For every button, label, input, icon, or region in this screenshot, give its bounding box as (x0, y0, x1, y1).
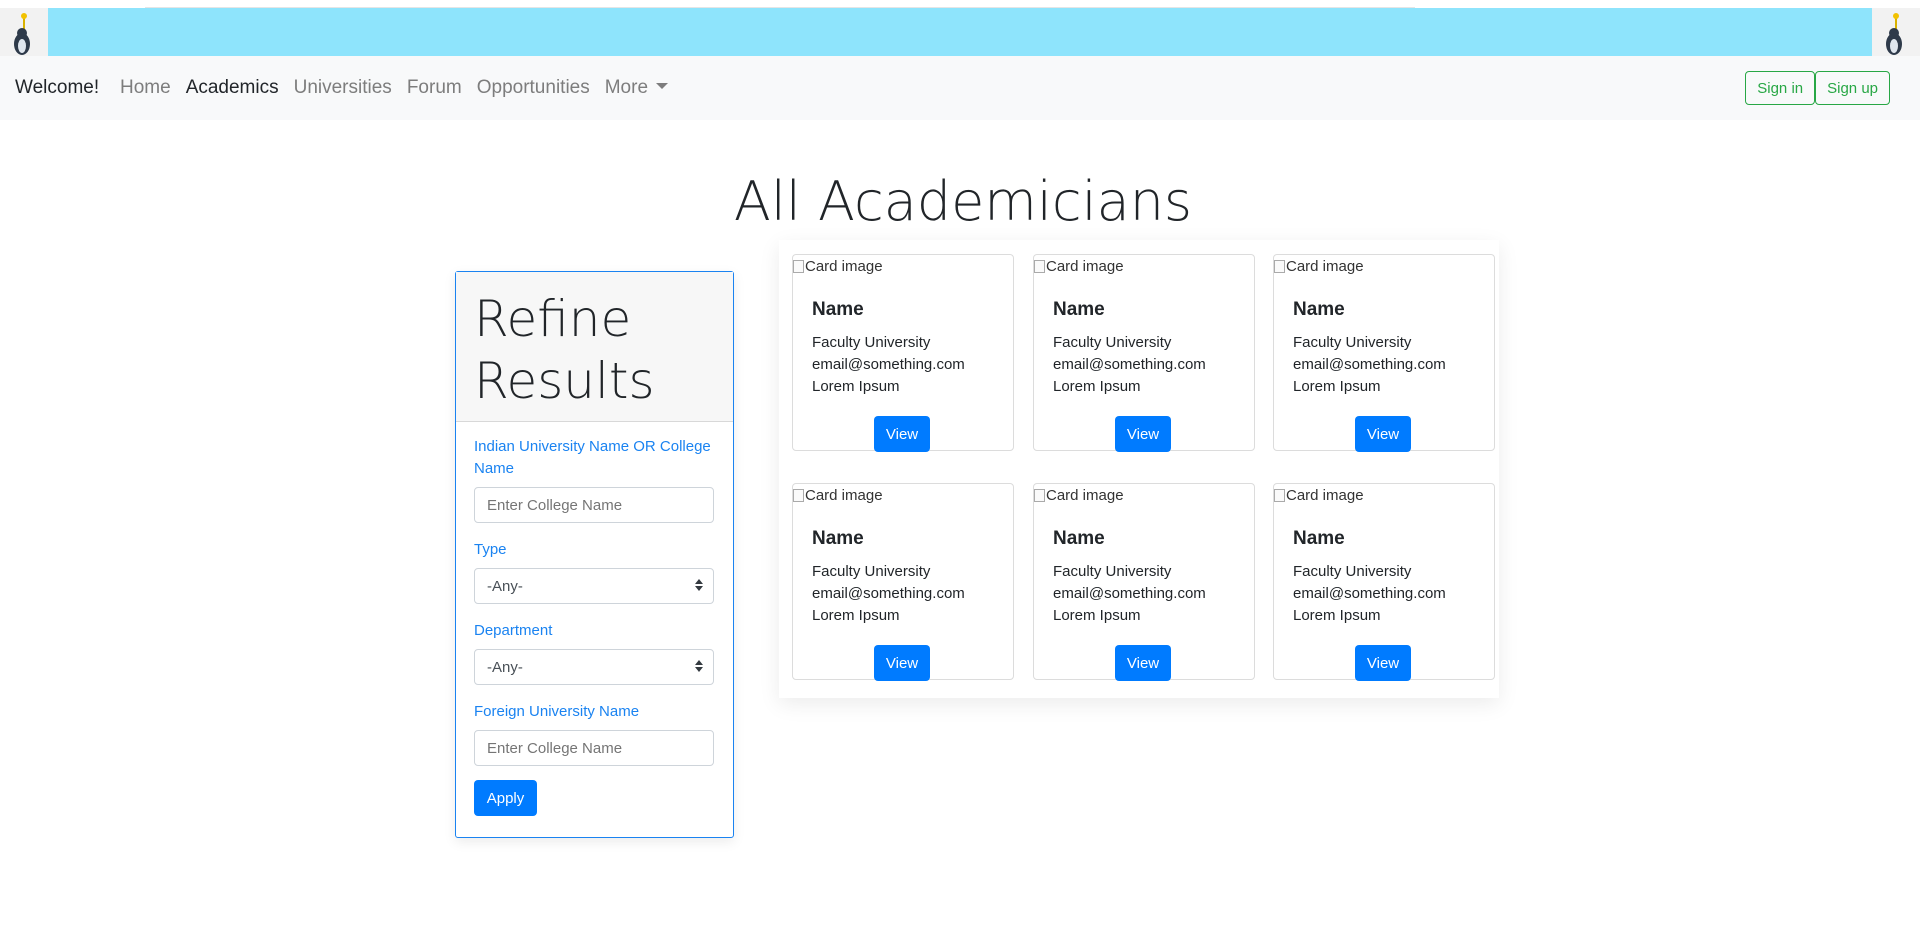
card-image-alt: Card image (1046, 258, 1124, 275)
refine-title-line1: Refine (474, 290, 632, 348)
nav-link-home[interactable]: Home (120, 77, 171, 99)
banner-strip (0, 8, 1920, 56)
card-email: email@something.com (812, 356, 965, 373)
card-faculty: Faculty University (812, 334, 931, 351)
card-image-alt: Card image (1286, 258, 1364, 275)
broken-image-icon (1274, 489, 1285, 502)
navbar-brand[interactable]: Welcome! (15, 77, 99, 99)
department-select[interactable]: -Any- (474, 649, 714, 685)
academician-card: Card image Name Faculty University email… (792, 483, 1014, 681)
view-button[interactable]: View (874, 416, 930, 452)
card-image: Card image (1274, 487, 1364, 504)
card-image: Card image (793, 487, 883, 504)
nav-link-universities[interactable]: Universities (294, 77, 392, 99)
refine-form: Indian University Name OR College Name T… (456, 422, 733, 816)
academician-card: Card image Name Faculty University email… (1033, 254, 1255, 452)
broken-image-icon (1274, 260, 1285, 273)
broken-image-icon (793, 489, 804, 502)
card-email: email@something.com (1053, 356, 1206, 373)
sign-up-button[interactable]: Sign up (1815, 71, 1890, 105)
view-button[interactable]: View (1115, 645, 1171, 681)
card-name: Name (1053, 299, 1105, 320)
card-email: email@something.com (1293, 585, 1446, 602)
indian-college-input[interactable] (474, 487, 714, 523)
card-image-alt: Card image (1286, 487, 1364, 504)
nav-dropdown-more-label: More (604, 77, 649, 98)
top-banner (0, 0, 1920, 56)
card-faculty: Faculty University (1293, 334, 1412, 351)
card-faculty: Faculty University (812, 563, 931, 580)
sign-in-button[interactable]: Sign in (1745, 71, 1816, 105)
academician-card: Card image Name Faculty University email… (1273, 254, 1495, 452)
broken-image-icon (1034, 489, 1045, 502)
nav-links: Home Academics Universities Forum Opport… (120, 77, 683, 99)
refine-title-line2: Results (474, 352, 655, 410)
card-image: Card image (1034, 487, 1124, 504)
card-image-alt: Card image (805, 258, 883, 275)
broken-image-icon (1034, 260, 1045, 273)
card-text: Lorem Ipsum (812, 607, 900, 624)
view-button[interactable]: View (1115, 416, 1171, 452)
navbar: Welcome! Home Academics Universities For… (0, 56, 1920, 120)
card-text: Lorem Ipsum (1293, 607, 1381, 624)
card-text: Lorem Ipsum (1053, 378, 1141, 395)
card-image: Card image (1034, 258, 1124, 275)
card-text: Lorem Ipsum (812, 378, 900, 395)
foreign-university-label: Foreign University Name (474, 703, 640, 720)
card-name: Name (1293, 299, 1345, 320)
refine-header: Refine Results (456, 272, 733, 422)
view-button[interactable]: View (874, 645, 930, 681)
select-arrows-icon (695, 579, 703, 591)
indian-university-label: Indian University Name OR College Name (474, 438, 711, 477)
card-name: Name (812, 299, 864, 320)
select-arrows-icon (695, 660, 703, 672)
department-label: Department (474, 622, 553, 639)
card-email: email@something.com (812, 585, 965, 602)
auth-buttons: Sign in Sign up (1745, 71, 1890, 105)
banner-topline (145, 0, 1415, 8)
nav-link-forum[interactable]: Forum (407, 77, 462, 99)
broken-image-icon (793, 260, 804, 273)
card-faculty: Faculty University (1053, 334, 1172, 351)
card-image: Card image (793, 258, 883, 275)
nav-dropdown-more[interactable]: More (604, 77, 669, 99)
card-email: email@something.com (1053, 585, 1206, 602)
card-faculty: Faculty University (1053, 563, 1172, 580)
nav-link-opportunities[interactable]: Opportunities (477, 77, 590, 99)
page-title: All Academicians (733, 170, 1193, 233)
caret-down-icon (656, 83, 669, 89)
foreign-college-input[interactable] (474, 730, 714, 766)
card-text: Lorem Ipsum (1053, 607, 1141, 624)
academician-card: Card image Name Faculty University email… (1033, 483, 1255, 681)
type-select[interactable]: -Any- (474, 568, 714, 604)
card-image-alt: Card image (1046, 487, 1124, 504)
type-label: Type (474, 541, 507, 558)
card-text: Lorem Ipsum (1293, 378, 1381, 395)
view-button[interactable]: View (1355, 416, 1411, 452)
refine-results-panel: Refine Results Indian University Name OR… (455, 271, 734, 838)
penguin-mascot-icon (1872, 8, 1920, 56)
academician-card: Card image Name Faculty University email… (1273, 483, 1495, 681)
department-select-value: -Any- (487, 659, 523, 676)
apply-button[interactable]: Apply (474, 780, 537, 816)
nav-link-academics[interactable]: Academics (186, 77, 279, 99)
type-select-value: -Any- (487, 578, 523, 595)
card-email: email@something.com (1293, 356, 1446, 373)
view-button[interactable]: View (1355, 645, 1411, 681)
card-name: Name (1053, 528, 1105, 549)
card-faculty: Faculty University (1293, 563, 1412, 580)
academicians-grid: Card image Name Faculty University email… (779, 240, 1499, 698)
penguin-mascot-icon (0, 8, 48, 56)
card-name: Name (1293, 528, 1345, 549)
card-image: Card image (1274, 258, 1364, 275)
card-name: Name (812, 528, 864, 549)
academician-card: Card image Name Faculty University email… (792, 254, 1014, 452)
card-image-alt: Card image (805, 487, 883, 504)
